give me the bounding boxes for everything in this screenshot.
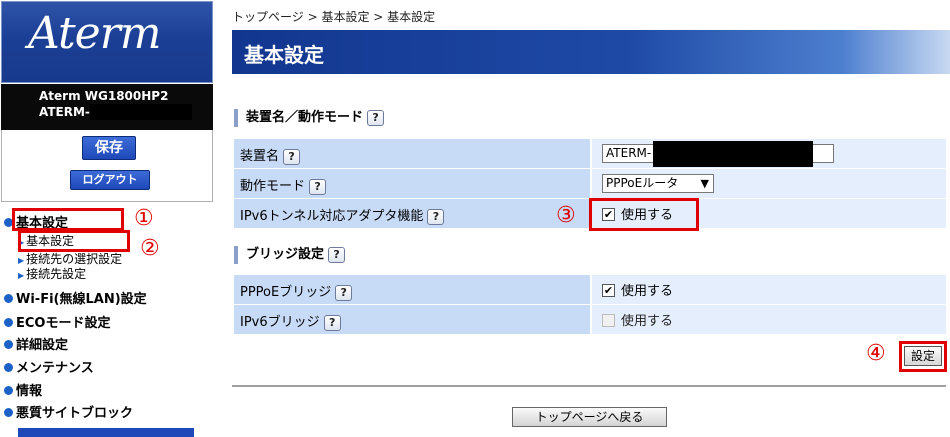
help-icon[interactable]: ? [367,109,385,126]
nav-bullet-icon [4,363,13,372]
nav-bullet-icon [4,340,13,349]
help-icon[interactable]: ? [335,284,353,301]
nav-bullet-icon [4,408,13,417]
nav-bullet-icon [4,318,13,327]
help-icon[interactable]: ? [309,178,327,195]
annotation-box-1 [12,208,124,231]
qr-code-button[interactable] [18,428,194,437]
nav-label: 情報 [16,384,43,399]
row-label: IPv6ブリッジ? [234,305,590,334]
annotation-number-3: ③ [556,203,576,228]
row-operation-mode: 動作モード? PPPoEルータ ▼ [234,169,946,199]
section-heading-bridge: ブリッジ設定? [234,246,346,264]
row-label: PPPoEブリッジ? [234,275,590,304]
model-name: Aterm WG1800HP2 [39,89,169,103]
save-button[interactable]: 保存 [82,136,136,160]
mode-select[interactable]: PPPoEルータ ▼ [602,174,714,193]
back-to-top-button[interactable]: トップページへ戻る [512,407,667,427]
ipv6-bridge-checkbox[interactable] [602,314,615,327]
row-value: PPPoEルータ ▼ [592,169,946,198]
help-icon[interactable]: ? [328,246,346,263]
nav-sub-connection-settings[interactable]: ▶ 接続先設定 [18,265,86,282]
device-id-prefix: ATERM- [39,105,90,119]
checkbox-label: 使用する [621,284,674,299]
row-pppoe-bridge: PPPoEブリッジ? ✔ 使用する [234,275,946,305]
nav-bullet-icon [4,386,13,395]
triangle-right-icon: ▶ [18,271,25,280]
pppoe-bridge-label: PPPoEブリッジ [240,285,332,300]
device-name-value: ATERM- [606,146,652,160]
section-heading-device: 装置名／動作モード? [234,109,385,127]
triangle-right-icon: ▶ [18,256,25,265]
ipv6-tunnel-label: IPv6トンネル対応アダプタ機能 [240,209,424,224]
nav-item-eco[interactable]: ECOモード設定 [4,312,110,331]
settings-button[interactable]: 設定 [904,346,942,366]
nav-item-advanced[interactable]: 詳細設定 [4,334,68,353]
nav-bullet-icon [4,294,13,303]
nav-item-maintenance[interactable]: メンテナンス [4,357,94,376]
aterm-logo: Aterm [1,1,213,83]
row-device-name: 装置名? ATERM- [234,139,946,169]
nav-label: 詳細設定 [16,338,69,353]
device-id: ATERM- [39,104,213,120]
row-label: 装置名? [234,139,590,168]
model-info: Aterm WG1800HP2 ATERM- [1,84,213,130]
row-label: IPv6トンネル対応アダプタ機能? [234,199,590,228]
nav-item-wifi[interactable]: Wi-Fi(無線LAN)設定 [4,288,147,307]
redaction-block [653,141,813,167]
pppoe-bridge-checkbox[interactable]: ✔ [602,284,615,297]
logo-text: Aterm [28,8,161,59]
row-label: 動作モード? [234,169,590,198]
checkbox-label: 使用する [621,314,674,329]
nav-item-site-block[interactable]: 悪質サイトブロック [4,402,133,421]
logout-button[interactable]: ログアウト [70,170,150,190]
chevron-down-icon: ▼ [700,177,709,190]
nav-sub-label: 接続先の選択設定 [26,252,123,266]
ipv6-bridge-label: IPv6ブリッジ [240,315,320,330]
section-heading-text: 装置名／動作モード [246,110,364,125]
help-icon[interactable]: ? [323,314,341,331]
nav-label: Wi-Fi(無線LAN)設定 [16,292,147,307]
help-icon[interactable]: ? [427,208,445,225]
nav-label: 悪質サイトブロック [16,406,134,421]
row-value: ATERM- [592,139,946,168]
title-bar: 基本設定 [232,30,950,74]
row-value: ✔ 使用する [592,275,946,304]
annotation-box-2 [18,230,130,252]
nav-sub-label: 接続先設定 [26,267,87,281]
mode-label: 動作モード [240,179,306,194]
page-title: 基本設定 [244,43,324,67]
breadcrumb: トップページ > 基本設定 > 基本設定 [232,10,436,24]
mode-value: PPPoEルータ [606,176,679,190]
help-icon[interactable]: ? [283,148,301,165]
nav-label: ECOモード設定 [16,316,111,331]
device-name-input[interactable]: ATERM- [602,141,834,167]
device-name-label: 装置名 [240,149,280,164]
nav-label: メンテナンス [16,361,94,376]
annotation-number-4: ④ [866,341,886,366]
annotation-box-3 [589,198,699,231]
sidebar-buttons: 保存 ログアウト [1,130,213,202]
row-value: 使用する [592,305,946,334]
annotation-number-2: ② [140,236,160,261]
divider [232,385,946,387]
nav-item-info[interactable]: 情報 [4,380,42,399]
sidebar: Aterm Aterm WG1800HP2 ATERM- 保存 ログアウト 基本… [0,0,214,437]
annotation-number-1: ① [134,206,154,231]
row-ipv6-bridge: IPv6ブリッジ? 使用する [234,305,946,335]
redaction-block [89,104,192,120]
section-heading-text: ブリッジ設定 [246,247,325,262]
